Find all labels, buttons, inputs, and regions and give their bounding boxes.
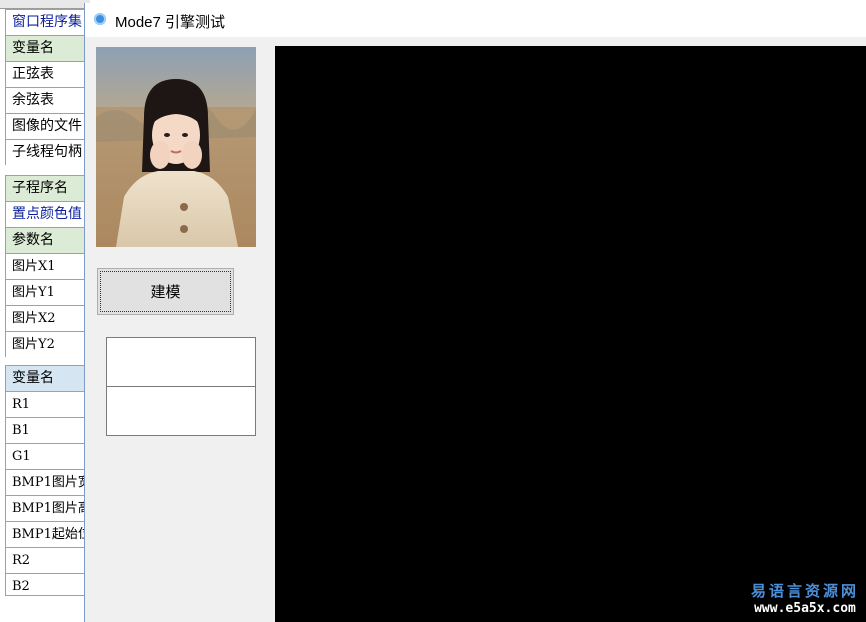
table-row[interactable]: 正弦表 <box>5 61 90 87</box>
mode7-dialog-window: Mode7 引擎测试 建模 易语言资源网 www.e5a5x.com <box>84 3 866 622</box>
portrait-photo <box>96 47 256 247</box>
table-row[interactable]: B1 <box>5 417 90 443</box>
table-row[interactable]: R1 <box>5 391 90 417</box>
subroutine-name-cell[interactable]: 置点颜色值 <box>5 201 90 227</box>
table-row[interactable]: 图片Y2 <box>5 331 90 357</box>
table-row[interactable]: 图片X2 <box>5 305 90 331</box>
window-title: Mode7 引擎测试 <box>115 14 226 31</box>
table-row[interactable]: 子线程句柄 <box>5 139 90 165</box>
text-input-1[interactable] <box>106 337 256 387</box>
render-canvas[interactable] <box>275 46 866 622</box>
site-watermark: 易语言资源网 www.e5a5x.com <box>751 580 859 616</box>
table-row[interactable]: B2 <box>5 573 90 596</box>
table-top-strip <box>0 0 90 9</box>
table-row[interactable]: BMP1起始位 <box>5 521 90 547</box>
table-row[interactable]: BMP1图片宽 <box>5 469 90 495</box>
table-row[interactable]: 图片Y1 <box>5 279 90 305</box>
variable-header-cell: 变量名 <box>5 35 90 61</box>
subroutine-header-cell: 子程序名 <box>5 175 90 201</box>
title-bar[interactable]: Mode7 引擎测试 <box>85 3 866 37</box>
table-row[interactable]: 图像的文件 <box>5 113 90 139</box>
text-input-2[interactable] <box>106 386 256 436</box>
watermark-url: www.e5a5x.com <box>754 601 856 616</box>
app-icon <box>94 13 106 25</box>
watermark-title: 易语言资源网 <box>750 582 859 600</box>
table-row[interactable]: G1 <box>5 443 90 469</box>
table-row[interactable]: R2 <box>5 547 90 573</box>
table-bottom-edge <box>5 595 90 596</box>
code-table-panel: 窗口程序集 变量名 正弦表 余弦表 图像的文件 子线程句柄 子程序名 置点颜色值… <box>0 0 90 622</box>
table-row[interactable]: 图片X1 <box>5 253 90 279</box>
build-model-button[interactable]: 建模 <box>97 268 234 315</box>
table-row[interactable]: BMP1图片高 <box>5 495 90 521</box>
build-model-label: 建模 <box>150 283 181 301</box>
param-header-cell: 参数名 <box>5 227 90 253</box>
local-variable-header-cell: 变量名 <box>5 365 90 391</box>
table-row[interactable]: 余弦表 <box>5 87 90 113</box>
assembly-name-cell[interactable]: 窗口程序集 <box>5 9 90 35</box>
